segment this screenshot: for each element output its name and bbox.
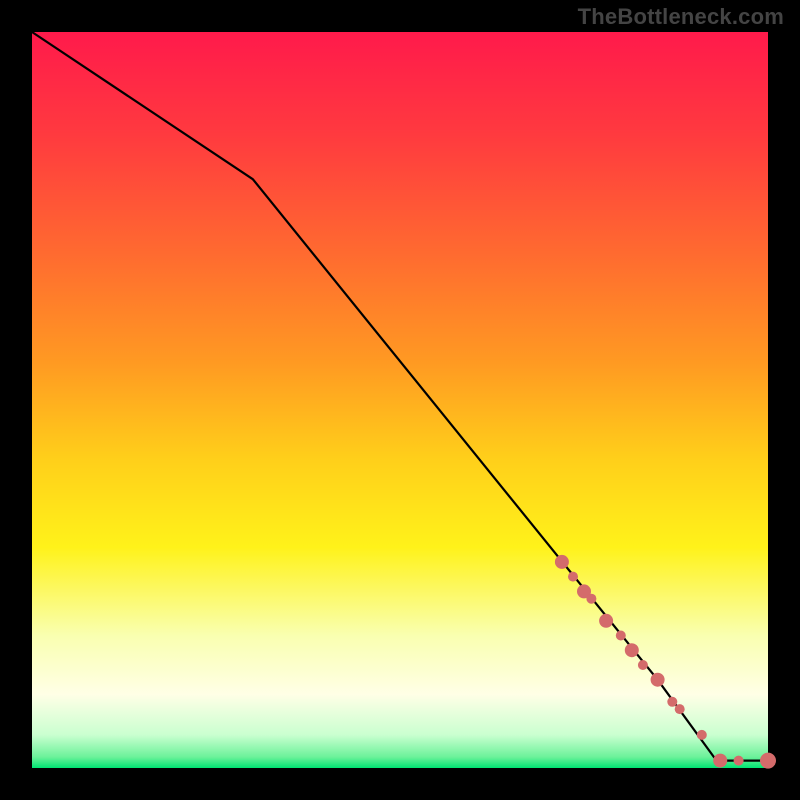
bottleneck-line [32, 32, 768, 761]
marker-point [734, 756, 744, 766]
marker-point [625, 643, 639, 657]
marker-point [616, 631, 626, 641]
marker-point [713, 754, 727, 768]
marker-point [555, 555, 569, 569]
marker-point [586, 594, 596, 604]
bottleneck-chart [32, 32, 768, 768]
watermark-text: TheBottleneck.com [578, 4, 784, 30]
marker-point [599, 614, 613, 628]
chart-frame: TheBottleneck.com [0, 0, 800, 800]
marker-group [555, 555, 776, 769]
marker-point [675, 704, 685, 714]
marker-point [638, 660, 648, 670]
marker-point [760, 753, 776, 769]
marker-point [697, 730, 707, 740]
marker-point [667, 697, 677, 707]
marker-point [651, 673, 665, 687]
marker-point [568, 572, 578, 582]
